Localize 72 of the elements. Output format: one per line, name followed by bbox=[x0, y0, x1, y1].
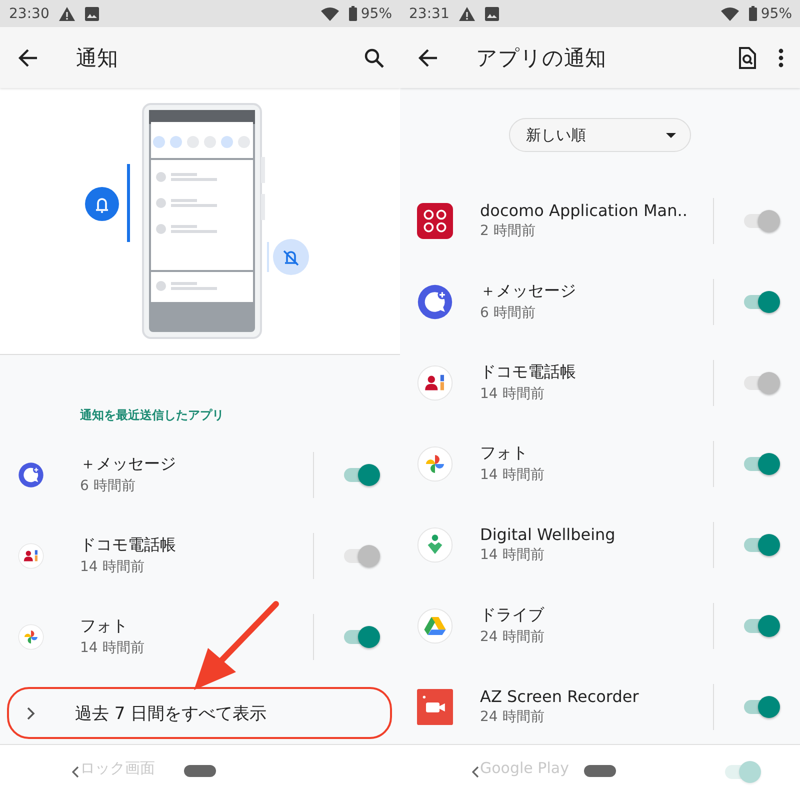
more-icon bbox=[778, 48, 784, 68]
battery-level: 95% bbox=[760, 6, 792, 22]
last-notified-time: 6 時間前 bbox=[480, 304, 536, 322]
toggle-switch[interactable] bbox=[744, 290, 780, 312]
app-row[interactable]: ＋メッセージ 6 時間前 bbox=[0, 434, 400, 515]
last-notified-time: 14 時間前 bbox=[480, 466, 546, 484]
app-name: Digital Wellbeing bbox=[480, 525, 616, 544]
app-name: docomo Application Man.. bbox=[480, 201, 688, 220]
wifi-icon bbox=[720, 6, 739, 20]
last-notified-time: 24 時間前 bbox=[480, 628, 546, 646]
image-icon bbox=[485, 6, 500, 20]
page-title: アプリの通知 bbox=[476, 44, 607, 72]
grid-icon bbox=[417, 202, 453, 238]
toggle-switch[interactable] bbox=[744, 696, 780, 718]
app-name: フォト bbox=[480, 443, 529, 464]
app-row[interactable]: フォト 14 時間前 bbox=[0, 596, 400, 677]
page-title: 通知 bbox=[76, 44, 119, 72]
home-handle[interactable] bbox=[584, 765, 616, 777]
last-notified-time: 6 時間前 bbox=[80, 477, 136, 495]
chevron-left-icon bbox=[472, 766, 479, 778]
last-notified-time: 14 時間前 bbox=[80, 558, 146, 576]
last-notified-time: 2 時間前 bbox=[480, 222, 536, 240]
back-arrow-icon[interactable] bbox=[18, 48, 38, 66]
page-search-icon bbox=[738, 46, 756, 68]
search-icon bbox=[364, 48, 384, 68]
app-name: ドライブ bbox=[480, 605, 546, 626]
toggle-switch[interactable] bbox=[725, 761, 761, 783]
app-name: AZ Screen Recorder bbox=[480, 687, 640, 706]
status-time: 23:31 bbox=[409, 6, 450, 22]
app-name: ドコモ電話帳 bbox=[480, 362, 577, 383]
contact-card-icon bbox=[18, 542, 44, 568]
chevron-left-icon bbox=[72, 766, 79, 778]
section-header: 通知を最近送信したアプリ bbox=[79, 407, 225, 424]
last-notified-time: 14 時間前 bbox=[480, 385, 546, 403]
battery-icon bbox=[348, 6, 357, 21]
home-handle[interactable] bbox=[184, 765, 216, 777]
contact-card-icon bbox=[417, 364, 453, 400]
app-name: ドコモ電話帳 bbox=[80, 535, 177, 556]
app-row[interactable]: ドライブ 24 時間前 bbox=[400, 585, 800, 666]
image-icon bbox=[85, 6, 100, 20]
back-arrow-icon[interactable] bbox=[418, 48, 438, 66]
status-time: 23:30 bbox=[9, 6, 50, 22]
toggle-switch[interactable] bbox=[744, 534, 780, 556]
warning-icon bbox=[459, 6, 476, 20]
dropdown-caret-icon bbox=[666, 132, 676, 138]
wifi-icon bbox=[320, 6, 339, 20]
pinwheel-icon bbox=[417, 446, 453, 482]
last-notified-time: 24 時間前 bbox=[480, 708, 546, 726]
app-name: フォト bbox=[80, 616, 129, 637]
sort-dropdown[interactable]: 新しい順 bbox=[509, 118, 691, 152]
see-all-button[interactable]: 過去 7 日間をすべて表示 bbox=[7, 687, 392, 739]
app-row[interactable]: フォト 14 時間前 bbox=[400, 423, 800, 504]
battery-icon bbox=[748, 6, 757, 21]
chevron-right-icon bbox=[27, 706, 35, 720]
battery-level: 95% bbox=[360, 6, 392, 22]
last-notified-time: 14 時間前 bbox=[480, 546, 546, 564]
toggle-switch[interactable] bbox=[744, 452, 780, 474]
app-name: ＋メッセージ bbox=[80, 454, 177, 475]
chat-icon bbox=[18, 462, 44, 488]
app-row[interactable]: AZ Screen Recorder 24 時間前 bbox=[400, 666, 800, 747]
heart-person-icon bbox=[417, 526, 453, 562]
toggle-switch[interactable] bbox=[344, 464, 380, 486]
app-row[interactable]: Digital Wellbeing 14 時間前 bbox=[400, 504, 800, 585]
pinwheel-icon bbox=[18, 624, 44, 650]
app-row[interactable]: ＋メッセージ 6 時間前 bbox=[400, 261, 800, 342]
app-name: ＋メッセージ bbox=[480, 281, 577, 302]
video-camera-icon bbox=[417, 688, 453, 724]
toggle-switch[interactable] bbox=[744, 614, 780, 636]
chat-icon bbox=[417, 284, 453, 320]
warning-icon bbox=[59, 6, 76, 20]
last-notified-time: 14 時間前 bbox=[80, 639, 146, 657]
toggle-switch[interactable] bbox=[344, 626, 380, 648]
